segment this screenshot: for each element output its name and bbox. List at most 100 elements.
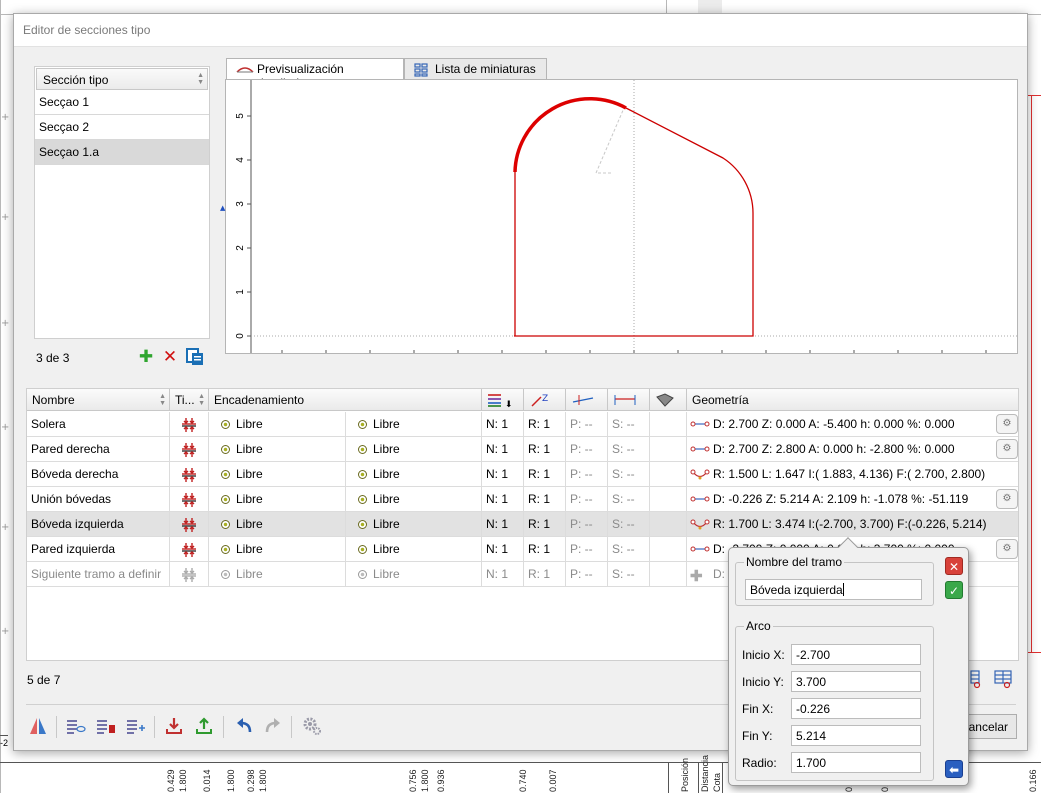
levels-cell[interactable]: N: 1 (482, 462, 524, 487)
tab-thumbnails[interactable]: Lista de miniaturas (404, 58, 547, 80)
slope-cell[interactable]: P: -- (566, 537, 608, 562)
width-cell[interactable]: S: -- (608, 537, 650, 562)
width-cell[interactable]: S: -- (608, 412, 650, 437)
close-icon[interactable]: ✕ (945, 557, 963, 575)
list-item[interactable]: Secçao 1 (35, 90, 209, 115)
segment-name-cell[interactable]: Solera (27, 412, 170, 437)
levels-cell[interactable]: N: 1 (482, 412, 524, 437)
table-row[interactable]: Bóveda derecha Libre Libre N: 1 R: 1 P: -- S: … (27, 462, 1018, 487)
edit-segment-icon[interactable]: ⚙ (996, 439, 1018, 459)
z-cell[interactable]: R: 1 (524, 512, 566, 537)
column-header-width[interactable] (608, 389, 650, 411)
section-list-header[interactable]: Sección tipo ▲ ▼ (36, 68, 208, 90)
z-cell[interactable]: R: 1 (524, 487, 566, 512)
column-header-levels[interactable]: ⬇ (482, 389, 524, 411)
segment-name-cell[interactable]: Pared derecha (27, 437, 170, 462)
segment-type-cell[interactable] (170, 412, 209, 437)
list-item-selected[interactable]: Secçao 1.a (35, 140, 209, 165)
segment-name-cell[interactable]: Unión bóvedas (27, 487, 170, 512)
width-cell[interactable]: S: -- (608, 562, 650, 587)
segment-name-cell[interactable]: Bóveda derecha (27, 462, 170, 487)
segment-name-cell[interactable]: Pared izquierda (27, 537, 170, 562)
material-cell[interactable] (650, 437, 687, 462)
title-bar[interactable]: Editor de secciones tipo (14, 14, 1027, 47)
slope-cell[interactable]: P: -- (566, 487, 608, 512)
chain-start-cell[interactable]: Libre (209, 462, 346, 487)
geometry-cell[interactable]: D: 2.700 Z: 0.000 A: -5.400 h: 0.000 %: … (687, 412, 1020, 437)
chain-start-cell[interactable]: Libre (209, 512, 346, 537)
geometry-cell[interactable]: D: -0.226 Z: 5.214 A: 2.109 h: -1.078 %:… (687, 487, 1020, 512)
table-row-selected[interactable]: Bóveda izquierda Libre Libre N: 1 R: 1 P: -- S… (27, 512, 1018, 537)
levels-cell[interactable]: N: 1 (482, 537, 524, 562)
column-header-type[interactable]: Ti... ▲ ▼ (170, 389, 209, 411)
list-item[interactable]: Secçao 2 (35, 115, 209, 140)
width-cell[interactable]: S: -- (608, 462, 650, 487)
slope-cell[interactable]: P: -- (566, 462, 608, 487)
edit-segment-icon[interactable]: ⚙ (996, 414, 1018, 434)
add-icon[interactable]: ✚ (136, 347, 156, 367)
chain-end-cell[interactable]: Libre (346, 462, 482, 487)
export-icon[interactable] (192, 714, 216, 738)
slope-cell[interactable]: P: -- (566, 437, 608, 462)
material-cell[interactable] (650, 462, 687, 487)
levels-cell[interactable]: N: 1 (482, 437, 524, 462)
column-header-z[interactable]: Z (524, 389, 566, 411)
view-list-icon[interactable] (64, 714, 88, 738)
segment-type-cell[interactable] (170, 462, 209, 487)
column-header-name[interactable]: Nombre ▲ ▼ (27, 389, 170, 411)
column-header-geometry[interactable]: Geometría (687, 389, 1020, 411)
table-row[interactable]: Solera Libre Libre N: 1 R: 1 P: -- S: -- D: 2.7… (27, 412, 1018, 437)
back-arrow-icon[interactable]: ⬅ (945, 760, 963, 778)
copy-icon[interactable] (185, 347, 205, 367)
material-cell[interactable] (650, 562, 687, 587)
settings-gears-icon[interactable] (300, 714, 324, 738)
end-y-input[interactable]: 5.214 (791, 725, 921, 746)
segment-type-cell[interactable] (170, 562, 209, 587)
z-cell[interactable]: R: 1 (524, 437, 566, 462)
geometry-cell[interactable]: R: 1.500 L: 1.647 I:( 1.883, 4.136) F:( … (687, 462, 1020, 487)
levels-cell[interactable]: N: 1 (482, 487, 524, 512)
column-header-material[interactable] (650, 389, 687, 411)
z-cell[interactable]: R: 1 (524, 562, 566, 587)
chain-start-cell[interactable]: Libre (209, 412, 346, 437)
segment-type-cell[interactable] (170, 512, 209, 537)
z-cell[interactable]: R: 1 (524, 462, 566, 487)
material-cell[interactable] (650, 512, 687, 537)
end-x-input[interactable]: -0.226 (791, 698, 921, 719)
chain-end-cell[interactable]: Libre (346, 562, 482, 587)
add-list-icon[interactable] (124, 714, 148, 738)
slope-cell[interactable]: P: -- (566, 512, 608, 537)
material-cell[interactable] (650, 537, 687, 562)
table-row[interactable]: Pared derecha Libre Libre N: 1 R: 1 P: -- S: -… (27, 437, 1018, 462)
import-icon[interactable] (162, 714, 186, 738)
edit-segment-icon[interactable]: ⚙ (996, 489, 1018, 509)
chain-end-cell[interactable]: Libre (346, 437, 482, 462)
insert-column-icon[interactable] (969, 669, 991, 692)
insert-row-icon[interactable] (993, 669, 1015, 692)
material-cell[interactable] (650, 487, 687, 512)
chain-start-cell[interactable]: Libre (209, 562, 346, 587)
geometry-cell[interactable]: D: 2.700 Z: 2.800 A: 0.000 h: -2.800 %: … (687, 437, 1020, 462)
table-row[interactable]: Unión bóvedas Libre Libre N: 1 R: 1 P: -- S: -… (27, 487, 1018, 512)
undo-icon[interactable] (232, 714, 256, 738)
start-y-input[interactable]: 3.700 (791, 671, 921, 692)
width-cell[interactable]: S: -- (608, 512, 650, 537)
segment-name-cell[interactable]: Bóveda izquierda (27, 512, 170, 537)
segment-name-input[interactable]: Bóveda izquierda (745, 579, 922, 600)
chain-end-cell[interactable]: Libre (346, 537, 482, 562)
chain-end-cell[interactable]: Libre (346, 512, 482, 537)
geometry-cell[interactable]: R: 1.700 L: 3.474 I:(-2.700, 3.700) F:(-… (687, 512, 1020, 537)
column-header-slope[interactable] (566, 389, 608, 411)
segment-type-cell[interactable] (170, 537, 209, 562)
delete-icon[interactable]: ✕ (160, 347, 180, 367)
z-cell[interactable]: R: 1 (524, 412, 566, 437)
start-x-input[interactable]: -2.700 (791, 644, 921, 665)
width-cell[interactable]: S: -- (608, 487, 650, 512)
chain-start-cell[interactable]: Libre (209, 537, 346, 562)
chain-end-cell[interactable]: Libre (346, 487, 482, 512)
width-cell[interactable]: S: -- (608, 437, 650, 462)
chain-start-cell[interactable]: Libre (209, 437, 346, 462)
radius-input[interactable]: 1.700 (791, 752, 921, 773)
segment-name-cell[interactable]: Siguiente tramo a definir (27, 562, 170, 587)
chain-start-cell[interactable]: Libre (209, 487, 346, 512)
